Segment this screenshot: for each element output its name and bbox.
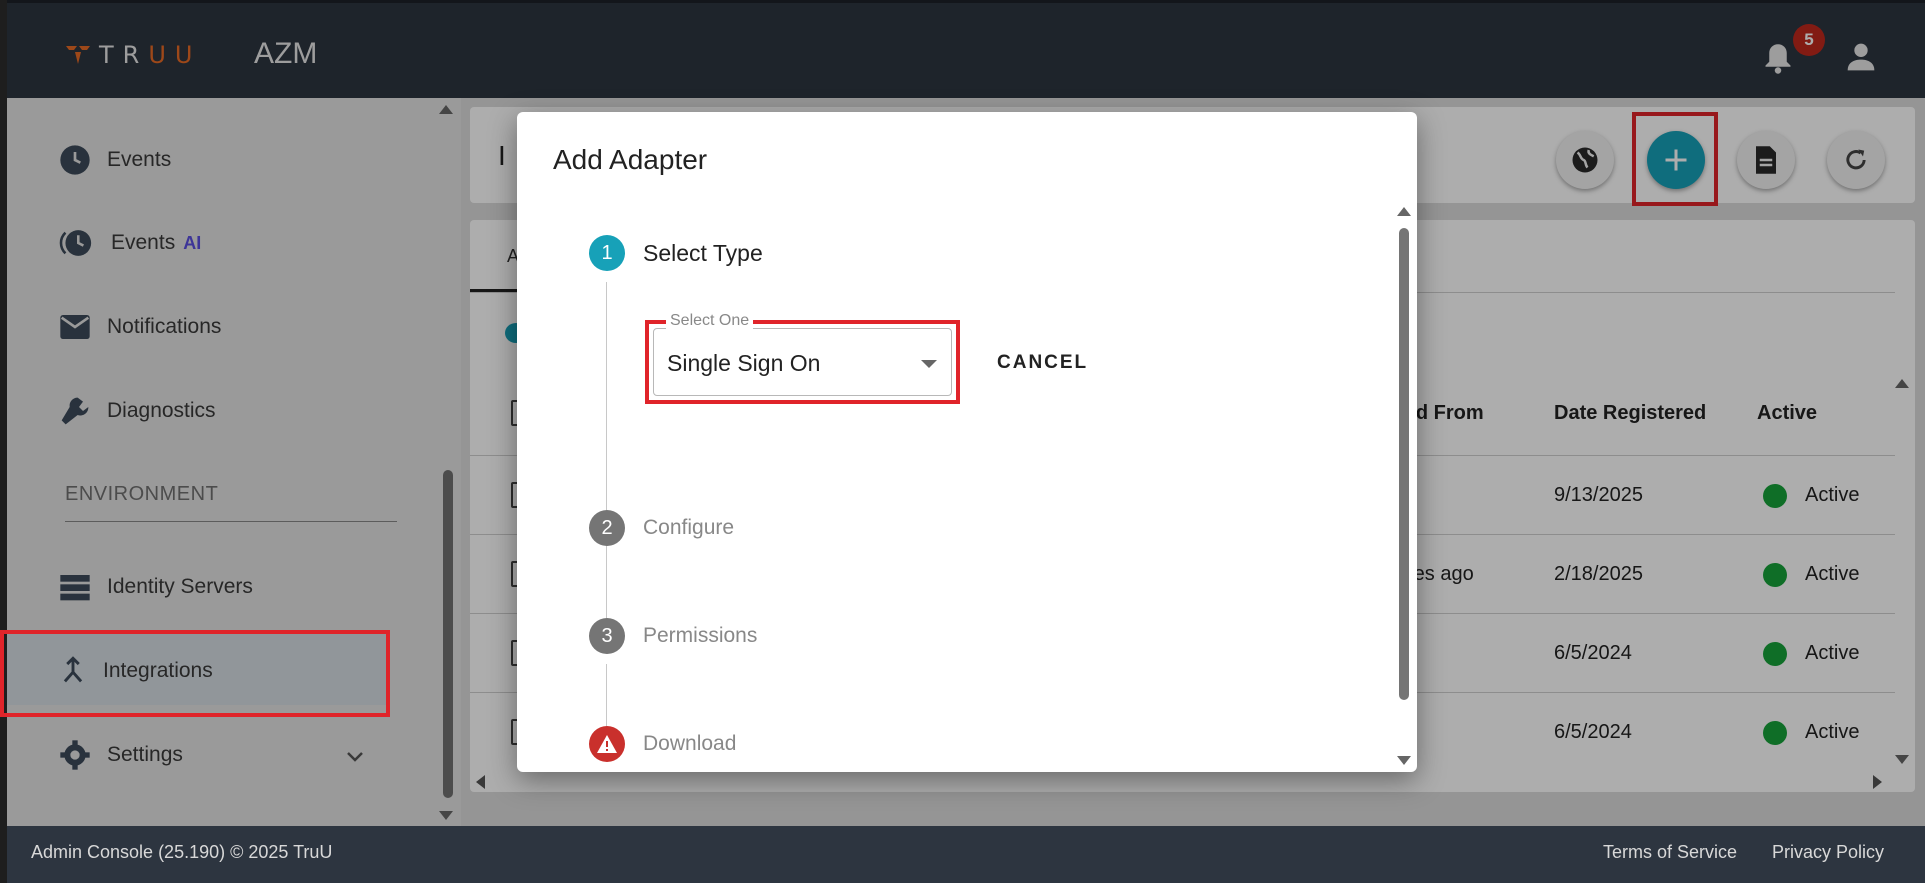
step-3-indicator: 3	[589, 618, 625, 654]
dialog-scroll-down[interactable]	[1397, 756, 1411, 765]
version-copyright: Admin Console (25.190) © 2025 TruU	[31, 842, 333, 862]
dialog-title: Add Adapter	[553, 144, 708, 175]
step-1-label[interactable]: Select Type	[643, 240, 763, 267]
select-legend: Select One	[666, 312, 754, 330]
step-1-indicator: 1	[589, 235, 625, 271]
add-adapter-dialog: Add Adapter 1 Select Type Select One Sin…	[517, 112, 1417, 772]
dialog-scroll-up[interactable]	[1397, 207, 1411, 216]
step-2-label[interactable]: Configure	[643, 516, 734, 540]
select-value[interactable]: Single Sign On	[667, 350, 820, 377]
step-connector	[606, 664, 607, 726]
app-footer: Admin Console (25.190) © 2025 TruU Terms…	[7, 826, 1925, 883]
step-connector	[606, 556, 607, 618]
privacy-policy-link[interactable]: Privacy Policy	[1772, 842, 1884, 863]
step-4-indicator	[589, 726, 625, 762]
dialog-scroll-thumb[interactable]	[1399, 228, 1409, 700]
step-4-label[interactable]: Download	[643, 732, 736, 756]
step-3-label[interactable]: Permissions	[643, 624, 757, 648]
integrations-highlight	[0, 630, 390, 717]
caret-down-icon[interactable]	[921, 360, 937, 368]
cancel-button[interactable]: CANCEL	[997, 352, 1088, 374]
warning-icon	[597, 735, 617, 753]
terms-of-service-link[interactable]: Terms of Service	[1603, 842, 1737, 863]
step-2-indicator: 2	[589, 510, 625, 546]
